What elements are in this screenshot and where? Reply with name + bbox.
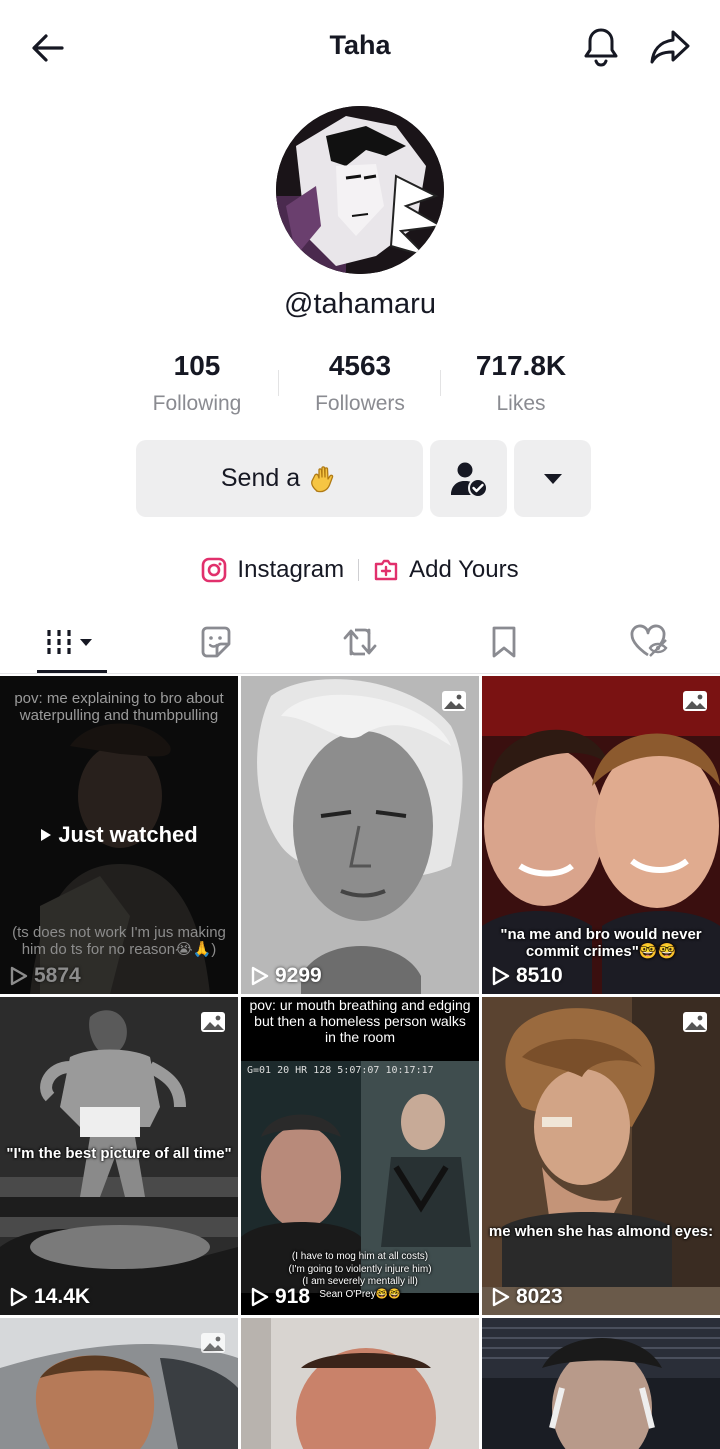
view-count: 8510 xyxy=(492,964,563,988)
tab-videos[interactable] xyxy=(22,610,122,674)
video-hud-text: G=01 20 HR 128 5:07:07 10:17:17 xyxy=(247,1065,434,1076)
avatar-image xyxy=(276,106,444,274)
video-tile[interactable] xyxy=(241,1318,479,1449)
video-tile[interactable]: 9299 xyxy=(241,676,479,994)
send-button-label: Send a xyxy=(220,464,301,492)
video-tile[interactable]: me when she has almond eyes: 8023 xyxy=(482,997,720,1315)
view-count-value: 918 xyxy=(275,1285,311,1308)
caret-down-icon xyxy=(543,473,562,484)
video-caption-top: pov: me explaining to bro about waterpul… xyxy=(14,690,224,725)
video-caption-bottom: "na me and bro would never commit crimes… xyxy=(500,926,702,961)
send-wave-button[interactable]: Send a xyxy=(136,440,423,517)
following-status-button[interactable] xyxy=(430,440,507,517)
tab-favorites[interactable] xyxy=(166,610,266,674)
photo-icon xyxy=(442,691,466,711)
video-tile[interactable] xyxy=(0,1318,238,1449)
bell-icon xyxy=(584,28,618,67)
share-arrow-icon xyxy=(650,30,690,64)
photo-icon xyxy=(683,691,707,711)
just-watched-label: Just watched xyxy=(0,822,238,848)
sticker-icon xyxy=(201,626,231,658)
play-outline-icon xyxy=(10,966,28,986)
just-watched-text: Just watched xyxy=(58,822,198,847)
video-tile[interactable] xyxy=(482,1318,720,1449)
waving-hand-icon xyxy=(311,465,334,492)
video-thumbnail xyxy=(482,997,720,1315)
play-outline-icon xyxy=(251,966,269,986)
video-tile[interactable]: "I'm the best picture of all time" 14.4K xyxy=(0,997,238,1315)
video-caption-bottom: me when she has almond eyes: xyxy=(488,1223,714,1240)
suggested-accounts-button[interactable] xyxy=(514,440,591,517)
link-divider xyxy=(358,559,360,581)
tab-reposts[interactable] xyxy=(310,610,410,674)
video-thumbnail xyxy=(241,1318,479,1449)
instagram-link[interactable]: Instagram xyxy=(201,556,344,584)
hidden-heart-icon xyxy=(630,624,668,657)
play-outline-icon xyxy=(492,1287,510,1307)
play-outline-icon xyxy=(251,1287,269,1307)
view-count-value: 8510 xyxy=(516,964,563,987)
video-caption-middle: "I'm the best picture of all time" xyxy=(6,1145,232,1162)
video-caption-bottom: (ts does not work I'm jus making him do … xyxy=(12,924,226,959)
profile-links: Instagram Add Yours xyxy=(0,550,720,590)
video-tile[interactable]: "na me and bro would never commit crimes… xyxy=(482,676,720,994)
view-count: 9299 xyxy=(251,964,322,988)
video-caption-top: pov: ur mouth breathing and edging but t… xyxy=(249,997,471,1046)
repost-icon xyxy=(343,628,377,656)
photo-icon xyxy=(201,1333,225,1353)
add-yours-icon xyxy=(374,559,398,581)
view-count-value: 5874 xyxy=(34,964,81,987)
view-count: 8023 xyxy=(492,1285,563,1309)
photo-icon xyxy=(683,1012,707,1032)
active-tab-indicator xyxy=(37,670,107,673)
notification-button[interactable] xyxy=(578,24,624,70)
add-yours-label: Add Yours xyxy=(409,556,519,583)
grid-icon xyxy=(47,630,92,654)
likes-count: 717.8K xyxy=(475,350,567,381)
view-count: 918 xyxy=(251,1285,310,1309)
share-button[interactable] xyxy=(646,24,694,70)
bookmark-icon xyxy=(492,626,516,658)
view-count-value: 9299 xyxy=(275,964,322,987)
user-check-icon xyxy=(450,462,488,498)
add-yours-link[interactable]: Add Yours xyxy=(373,556,519,584)
username: @tahamaru xyxy=(284,288,436,320)
view-count-value: 8023 xyxy=(516,1285,563,1308)
instagram-label: Instagram xyxy=(237,556,345,583)
view-count: 5874 xyxy=(10,964,81,988)
top-bar: Taha xyxy=(0,0,720,94)
play-outline-icon xyxy=(492,966,510,986)
tab-liked[interactable] xyxy=(598,610,698,674)
stat-likes[interactable]: 717.8K Likes xyxy=(421,350,621,416)
likes-label: Likes xyxy=(496,392,546,415)
play-outline-icon xyxy=(10,1287,28,1307)
profile-tabs xyxy=(0,610,720,674)
view-count-value: 14.4K xyxy=(34,1285,91,1308)
instagram-icon xyxy=(202,557,227,583)
avatar[interactable] xyxy=(276,106,444,274)
view-count: 14.4K xyxy=(10,1285,90,1309)
video-tile[interactable]: pov: ur mouth breathing and edging but t… xyxy=(241,997,479,1315)
play-icon xyxy=(41,829,52,841)
video-thumbnail xyxy=(241,676,479,994)
tab-saved[interactable] xyxy=(454,610,554,674)
photo-icon xyxy=(201,1012,225,1032)
video-tile[interactable]: pov: me explaining to bro about waterpul… xyxy=(0,676,238,994)
video-thumbnail xyxy=(482,1318,720,1449)
